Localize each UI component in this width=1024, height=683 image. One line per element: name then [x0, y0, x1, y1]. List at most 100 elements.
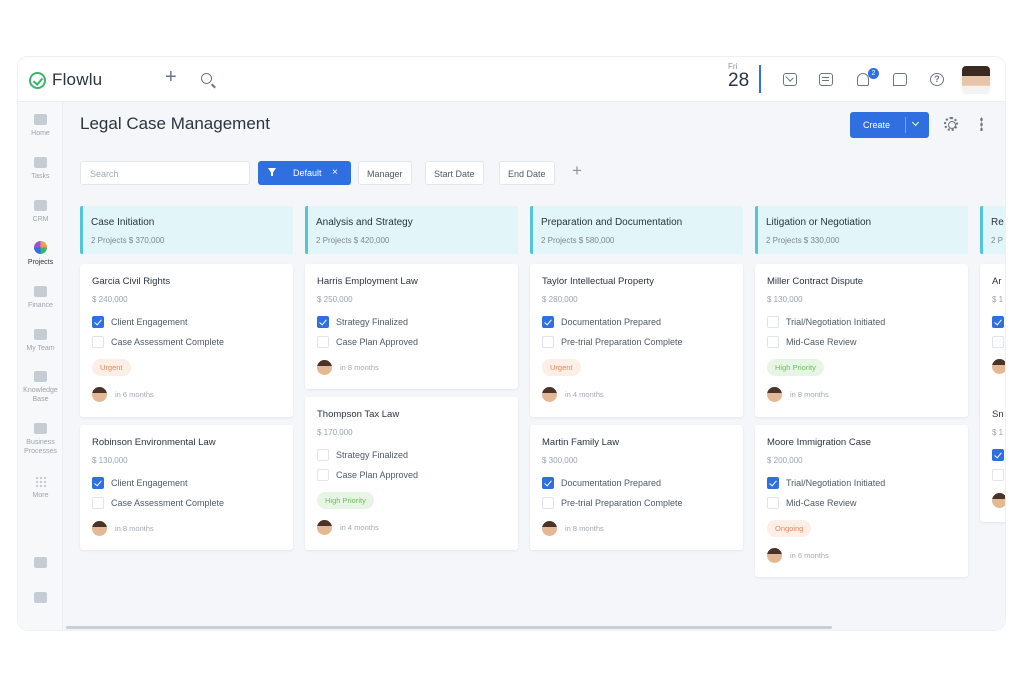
filter-start-date[interactable]: Start Date	[425, 161, 484, 185]
notes-icon[interactable]	[819, 73, 833, 86]
sidebar-item-business-processes[interactable]: Business Processes	[18, 423, 63, 456]
sidebar-item-finance[interactable]: Finance	[18, 286, 63, 310]
default-filter-chip[interactable]: Default ×	[258, 161, 351, 185]
sidebar-item-my-team[interactable]: My Team	[18, 329, 63, 353]
create-button[interactable]: Create	[850, 112, 929, 138]
avatar[interactable]	[992, 493, 1005, 508]
date-divider	[759, 65, 761, 93]
close-icon[interactable]: ×	[332, 167, 338, 178]
gear-icon[interactable]	[944, 117, 958, 131]
project-card[interactable]: Miller Contract Dispute $ 130,000 Trial/…	[755, 264, 968, 417]
sidebar-item-knowledge-base[interactable]: Knowledge Base	[18, 371, 63, 404]
checkbox[interactable]	[92, 316, 104, 328]
project-card[interactable]: Moore Immigration Case $ 200,000 Trial/N…	[755, 425, 968, 577]
kanban-column: Preparation and Documentation 2 Projects…	[530, 206, 743, 550]
task-label: Case Plan Approved	[336, 470, 419, 480]
project-card[interactable]: Robinson Environmental Law $ 130,000 Cli…	[80, 425, 293, 550]
column-title: Case Initiation	[91, 217, 155, 228]
help-icon[interactable]: ?	[930, 73, 944, 86]
checkbox[interactable]	[542, 336, 554, 348]
project-card[interactable]: Taylor Intellectual Property $ 280,000 D…	[530, 264, 743, 417]
column-header[interactable]: Preparation and Documentation 2 Projects…	[530, 206, 743, 254]
checkbox[interactable]	[317, 449, 329, 461]
sidebar-item-extensions[interactable]	[18, 557, 63, 572]
card-title: Thompson Tax Law	[317, 409, 400, 420]
projects-icon	[34, 241, 47, 254]
project-card[interactable]: Martin Family Law $ 300,000 Documentatio…	[530, 425, 743, 550]
sidebar-item-crm[interactable]: CRM	[18, 200, 63, 224]
task-label: Trial/Negotiation Initiated	[786, 478, 886, 488]
logo[interactable]: Flowlu	[29, 70, 102, 90]
checkbox[interactable]	[542, 477, 554, 489]
due-date: in 8 months	[340, 363, 379, 372]
checkbox[interactable]	[92, 497, 104, 509]
sidebar-item-more[interactable]: More	[18, 476, 63, 500]
avatar[interactable]	[317, 520, 332, 535]
settings-icon	[34, 592, 47, 603]
column-header[interactable]: Litigation or Negotiation 2 Projects $ 3…	[755, 206, 968, 254]
mail-icon[interactable]	[783, 73, 797, 86]
sidebar-item-home[interactable]: Home	[18, 114, 63, 138]
card-title: Harris Employment Law	[317, 276, 418, 287]
sidebar-item-settings[interactable]	[18, 592, 63, 607]
sidebar-item-label: My Team	[26, 345, 55, 352]
task-label: Mid-Case Review	[786, 498, 857, 508]
avatar[interactable]	[767, 387, 782, 402]
card-amount: $ 130,000	[767, 295, 803, 304]
checkbox[interactable]	[92, 336, 104, 348]
card-title: Ar	[992, 276, 1002, 287]
project-card[interactable]: Thompson Tax Law $ 170,000 Strategy Fina…	[305, 397, 518, 550]
avatar[interactable]	[92, 387, 107, 402]
search-icon[interactable]	[201, 73, 212, 84]
avatar[interactable]	[992, 359, 1005, 374]
project-card[interactable]: Harris Employment Law $ 250,000 Strategy…	[305, 264, 518, 389]
checkbox[interactable]	[542, 316, 554, 328]
sidebar-item-tasks[interactable]: Tasks	[18, 157, 63, 181]
column-title: Analysis and Strategy	[316, 217, 413, 228]
column-header[interactable]: Re 2 P	[980, 206, 1005, 254]
card-title: Garcia Civil Rights	[92, 276, 171, 287]
avatar[interactable]	[542, 387, 557, 402]
checkbox[interactable]	[992, 316, 1004, 328]
checkbox[interactable]	[317, 469, 329, 481]
checkbox[interactable]	[92, 477, 104, 489]
avatar[interactable]	[92, 521, 107, 536]
avatar[interactable]	[542, 521, 557, 536]
search-input[interactable]: Search	[80, 161, 250, 185]
filter-manager[interactable]: Manager	[358, 161, 412, 185]
create-button-label: Create	[863, 120, 891, 130]
chevron-down-icon[interactable]	[911, 118, 920, 127]
checkbox[interactable]	[767, 497, 779, 509]
avatar[interactable]	[317, 360, 332, 375]
checkbox[interactable]	[767, 477, 779, 489]
task-label: Case Plan Approved	[336, 337, 419, 347]
project-card[interactable]: Sn $ 1	[980, 397, 1005, 522]
horizontal-scrollbar[interactable]	[66, 626, 832, 629]
checkbox[interactable]	[767, 316, 779, 328]
column-summary: 2 Projects $ 370,000	[91, 236, 165, 245]
column-summary: 2 Projects $ 420,000	[316, 236, 390, 245]
column-title: Preparation and Documentation	[541, 217, 683, 228]
project-card[interactable]: Ar $ 1	[980, 264, 1005, 417]
filter-end-date[interactable]: End Date	[499, 161, 555, 185]
column-header[interactable]: Case Initiation 2 Projects $ 370,000	[80, 206, 293, 254]
card-amount: $ 1	[992, 295, 1004, 304]
checkbox[interactable]	[992, 336, 1004, 348]
user-avatar[interactable]	[962, 66, 990, 94]
calendar-date[interactable]: Fri 28	[728, 62, 749, 91]
project-card[interactable]: Garcia Civil Rights $ 240,000 Client Eng…	[80, 264, 293, 417]
sidebar-item-projects[interactable]: Projects	[18, 241, 63, 267]
checkbox[interactable]	[767, 336, 779, 348]
checkbox[interactable]	[542, 497, 554, 509]
column-header[interactable]: Analysis and Strategy 2 Projects $ 420,0…	[305, 206, 518, 254]
more-vertical-icon[interactable]	[980, 117, 983, 131]
add-filter-icon[interactable]: +	[572, 161, 582, 181]
chat-icon[interactable]	[893, 73, 907, 86]
add-icon[interactable]: +	[165, 67, 177, 87]
bell-icon[interactable]	[857, 73, 869, 86]
checkbox[interactable]	[992, 469, 1004, 481]
checkbox[interactable]	[317, 336, 329, 348]
checkbox[interactable]	[317, 316, 329, 328]
checkbox[interactable]	[992, 449, 1004, 461]
avatar[interactable]	[767, 548, 782, 563]
